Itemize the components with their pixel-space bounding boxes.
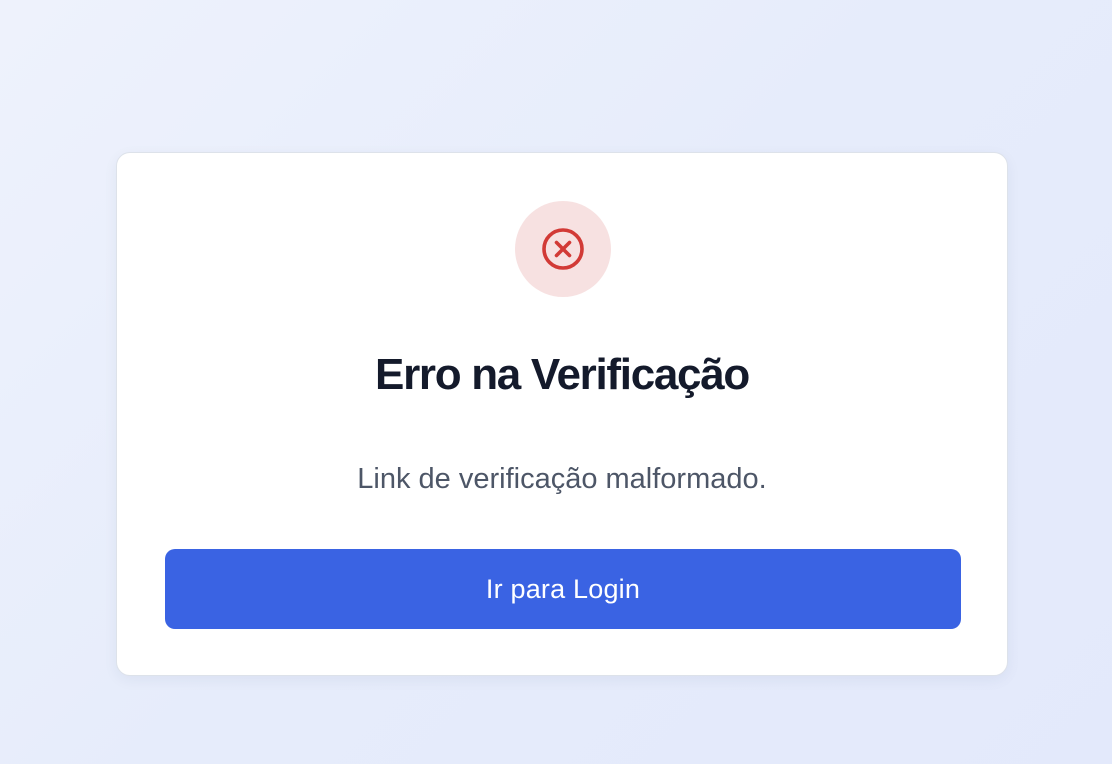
- verification-error-card: Erro na Verificação Link de verificação …: [116, 152, 1008, 676]
- error-icon-badge: [515, 201, 611, 297]
- page-title: Erro na Verificação: [375, 350, 750, 399]
- error-message: Link de verificação malformado.: [357, 463, 767, 495]
- x-circle-icon: [542, 228, 584, 270]
- go-to-login-button[interactable]: Ir para Login: [165, 549, 961, 629]
